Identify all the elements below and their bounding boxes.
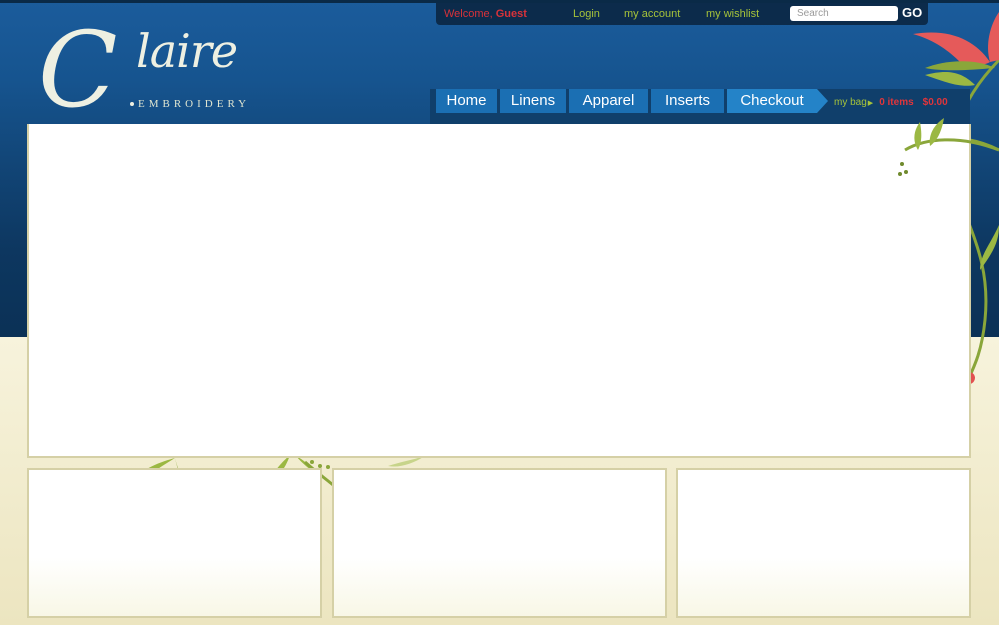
- bottom-panel-center: [332, 468, 667, 618]
- user-name: Guest: [495, 8, 527, 20]
- nav-apparel[interactable]: Apparel: [569, 89, 648, 113]
- search-input[interactable]: [790, 6, 898, 21]
- bag-item-count: 0 items: [879, 97, 914, 108]
- logo-initial: C: [38, 9, 118, 131]
- main-content-panel: [27, 124, 971, 458]
- nav-inserts[interactable]: Inserts: [651, 89, 724, 113]
- shopping-bag-summary[interactable]: my bag▶ 0 items $0.00: [834, 97, 948, 108]
- utility-bar: Welcome, Guest Login my account my wishli…: [436, 3, 928, 25]
- bottom-panel-right: [676, 468, 971, 618]
- nav-home[interactable]: Home: [436, 89, 497, 113]
- login-link[interactable]: Login: [573, 8, 600, 20]
- bag-label: my bag: [834, 97, 867, 108]
- welcome-label: Welcome,: [444, 8, 493, 20]
- logo-name: laire: [136, 24, 238, 78]
- logo-dot: [130, 102, 134, 106]
- search-go-button[interactable]: GO: [902, 5, 922, 22]
- nav-linens[interactable]: Linens: [500, 89, 566, 113]
- bag-total: $0.00: [922, 97, 948, 108]
- checkout-arrow-icon: [817, 89, 828, 113]
- my-wishlist-link[interactable]: my wishlist: [706, 8, 759, 20]
- bag-arrow-icon: ▶: [867, 100, 874, 107]
- welcome-message: Welcome, Guest: [444, 8, 527, 20]
- bottom-panel-left: [27, 468, 322, 618]
- my-account-link[interactable]: my account: [624, 8, 680, 20]
- nav-checkout[interactable]: Checkout: [727, 89, 817, 113]
- logo-tagline: EMBROIDERY: [138, 98, 251, 110]
